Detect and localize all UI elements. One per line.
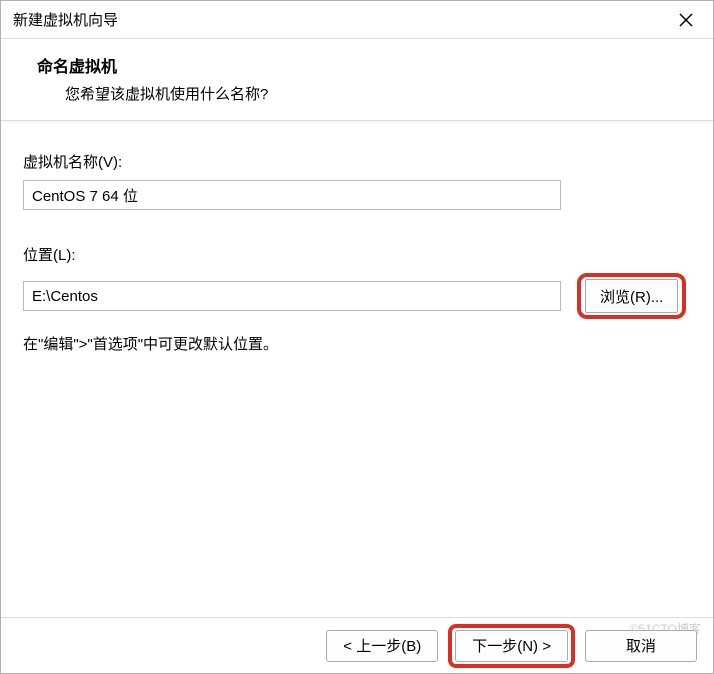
close-icon[interactable] — [671, 5, 701, 35]
wizard-header: 命名虚拟机 您希望该虚拟机使用什么名称? — [1, 39, 713, 120]
back-button[interactable]: < 上一步(B) — [326, 630, 438, 662]
vm-name-input[interactable] — [23, 180, 561, 210]
browse-button[interactable]: 浏览(R)... — [585, 279, 678, 313]
cancel-button[interactable]: 取消 — [585, 630, 697, 662]
window-title: 新建虚拟机向导 — [13, 9, 118, 30]
next-button[interactable]: 下一步(N) > — [455, 630, 568, 662]
browse-highlight: 浏览(R)... — [577, 273, 686, 319]
vm-name-group: 虚拟机名称(V): — [23, 151, 691, 210]
hint-text: 在"编辑">"首选项"中可更改默认位置。 — [23, 333, 691, 354]
page-subtitle: 您希望该虚拟机使用什么名称? — [37, 83, 693, 104]
location-label: 位置(L): — [23, 244, 691, 265]
location-group: 位置(L): 浏览(R)... — [23, 244, 691, 319]
next-highlight: 下一步(N) > — [448, 624, 575, 668]
location-input[interactable] — [23, 281, 561, 311]
page-title: 命名虚拟机 — [37, 53, 693, 77]
button-bar: < 上一步(B) 下一步(N) > 取消 — [1, 617, 713, 673]
title-bar: 新建虚拟机向导 — [1, 1, 713, 39]
location-row: 浏览(R)... — [23, 273, 691, 319]
content-area: 虚拟机名称(V): 位置(L): 浏览(R)... 在"编辑">"首选项"中可更… — [1, 121, 713, 354]
vm-name-label: 虚拟机名称(V): — [23, 151, 691, 172]
